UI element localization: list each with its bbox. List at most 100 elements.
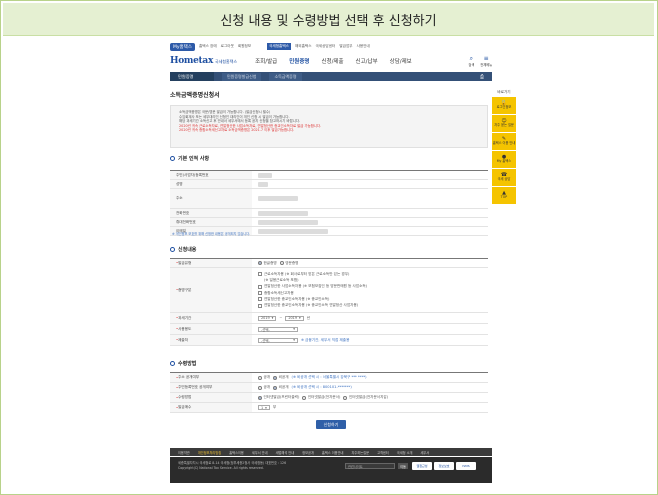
row-value: 인터넷발급(프린터출력) 인터넷발급(전자문서) 인터넷발급(전자문서지갑): [252, 395, 488, 400]
breadcrumb-item[interactable]: 소득금액증명: [269, 72, 302, 81]
row-label: 사용용도: [170, 324, 252, 334]
top-link[interactable]: 해외홈택스: [295, 44, 312, 49]
footer-link[interactable]: 정보공개: [302, 450, 314, 455]
footer-link-privacy[interactable]: 개인정보처리방침: [198, 450, 221, 455]
radio-method-wallet[interactable]: 인터넷발급(전자문서지갑): [343, 395, 388, 400]
top-link[interactable]: 홈택스 장애: [199, 44, 217, 49]
top-utility-bar: My홈택스 홈택스 장애 로그아웃 회원정보 국세청홈택스 해외홈택스 국세상담…: [170, 42, 492, 51]
breadcrumb-item[interactable]: 민원증명발급신청: [222, 72, 262, 81]
table-row: 발급유형 한글증명 영문증명: [170, 259, 488, 268]
checkbox-icon: [258, 297, 262, 302]
radio-method-edoc[interactable]: 인터넷발급(전자문서): [302, 395, 340, 400]
cert-type-checkbox[interactable]: 종합소득세신고자용: [258, 291, 294, 296]
chevron-down-icon: ▾: [299, 316, 301, 320]
period-from-select[interactable]: 2019 ▾: [258, 315, 277, 321]
chevron-down-icon: ▾: [293, 327, 295, 331]
radio-label: 비공개: [278, 385, 289, 389]
cert-type-checkbox[interactable]: 연말정산한 종교인소득자용 (※ 종교인소득 연말정산 사업자용): [258, 303, 358, 308]
footer-link[interactable]: 홈택스 이용안내: [322, 450, 344, 455]
radio-korean[interactable]: 한글증명: [258, 261, 277, 266]
related-sites-go-button[interactable]: 이동: [398, 463, 408, 469]
cert-type-checkbox[interactable]: 연말정산한 사업소득자용 (※ 보험모집인 등 방문판매원 등 사업소득): [258, 284, 367, 289]
row-value: [252, 228, 488, 234]
breadcrumb-home[interactable]: 민원증명: [170, 72, 214, 81]
row-value: 1 ▾ 부: [252, 405, 488, 410]
menu-item-apply[interactable]: 신청/제출: [321, 57, 343, 65]
period-tilde: ~: [279, 316, 283, 320]
submit-to-hint: ※ 금융기관, 세무서 직접 제출용: [301, 337, 350, 342]
top-ribbon[interactable]: 국세청홈택스: [267, 43, 291, 50]
footer-link[interactable]: 세무서 안내: [252, 450, 268, 455]
apply-button[interactable]: 신청하기: [316, 420, 346, 429]
radio-on-icon: [273, 375, 278, 380]
row-label: 발급유형: [170, 259, 252, 267]
radio-id-private[interactable]: 비공개: [273, 385, 289, 390]
section-title: 신청내용: [178, 247, 197, 253]
top-link[interactable]: 국세상담센터: [316, 44, 336, 49]
all-menu-button[interactable]: ≡ 전체메뉴: [480, 55, 492, 67]
all-menu-label: 전체메뉴: [480, 62, 492, 67]
top-link[interactable]: 사용안내: [357, 44, 370, 49]
checkbox-icon: [258, 272, 262, 277]
checkbox-label: (※ 일용근로소득 포함): [264, 278, 299, 283]
hometax-logo[interactable]: Hometax 국세청홈택스: [170, 56, 237, 66]
quick-link-consult[interactable]: ☎ 국세 상담: [492, 169, 516, 186]
checkbox-icon: [258, 291, 262, 296]
print-icon[interactable]: ⎙: [480, 74, 484, 80]
related-sites-select[interactable]: 관련사이트: [345, 463, 395, 469]
quick-link-guide[interactable]: ✎ 홈택스 이용 안내: [492, 133, 516, 150]
row-value: [252, 172, 488, 178]
row-value: 공개 비공개 (※ 비공개 선택 시 : 서울특별시 강북구 *** ****): [252, 375, 488, 380]
period-to-select[interactable]: 2019 ▾: [285, 315, 304, 321]
menu-item-lookup[interactable]: 조회/발급: [255, 57, 277, 65]
quick-link-label: TOP: [500, 195, 508, 200]
menu-item-report[interactable]: 신고/납부: [356, 57, 378, 65]
table-row: 주소 공개여부 공개 비공개 (※ 비공개 선택 시 : 서울특별시 강북구 *…: [170, 373, 488, 383]
table-row: 주민등록번호 공개여부 공개 비공개 (※ 비공개 선택 시 : 800101-…: [170, 383, 488, 393]
top-link[interactable]: 회원정보: [238, 44, 251, 49]
top-link[interactable]: 발급업무: [339, 44, 352, 49]
submit-to-select[interactable]: -선택- ▾: [258, 337, 298, 343]
quick-link-top[interactable]: ▲ TOP: [492, 187, 516, 204]
instruction-banner: 신청 내용 및 수령방법 선택 후 신청하기: [3, 3, 654, 36]
footer-link[interactable]: 세무서: [420, 450, 429, 455]
radio-english[interactable]: 영문증명: [279, 261, 298, 266]
cert-type-checkbox[interactable]: 연말정산한 종교인소득자용 (※ 종교인소득): [258, 297, 329, 302]
radio-addr-public[interactable]: 공개: [258, 375, 270, 380]
radio-addr-private[interactable]: 비공개: [273, 375, 289, 380]
footer-link[interactable]: 국세청 소개: [397, 450, 413, 455]
footer-link[interactable]: 홈택스이용: [229, 450, 244, 455]
radio-method-print[interactable]: 인터넷발급(프린터출력): [258, 395, 299, 400]
section-apply: 신청내용: [170, 246, 196, 253]
footer-link[interactable]: 고객센터: [377, 450, 389, 455]
section-bullet-icon: [170, 247, 175, 252]
radio-id-public[interactable]: 공개: [258, 385, 270, 390]
checkbox-label: 연말정산한 종교인소득자용 (※ 종교인소득): [264, 296, 330, 301]
checkbox-label: 연말정산한 사업소득자용 (※ 보험모집인 등 방문판매원 등 사업소득): [264, 284, 368, 289]
quick-link-label: 자주 묻는 질문: [494, 123, 514, 128]
quick-link-my[interactable]: ● My 홈택스: [492, 151, 516, 168]
quick-links-title: 바로가기: [497, 90, 511, 94]
usage-select[interactable]: -선택- ▾: [258, 326, 298, 332]
checkbox-label: 종합소득세신고자용: [264, 290, 294, 295]
menu-item-certificates[interactable]: 민원증명: [289, 57, 309, 65]
count-select[interactable]: 1 ▾: [258, 405, 270, 410]
menu-item-consult[interactable]: 상담/제보: [390, 57, 412, 65]
radio-label: 인터넷발급(프린터출력): [263, 395, 300, 399]
cert-mark-isms: ISMS: [456, 462, 476, 470]
cert-type-checkbox[interactable]: 근로소득자용 (※ 회사로부터 받은 근로소득만 있는 경우): [258, 272, 349, 277]
row-label: 전화번호: [170, 209, 252, 217]
checkbox-icon: [258, 303, 262, 308]
footer-link[interactable]: 세법해석 안내: [276, 450, 295, 455]
quick-link-faq[interactable]: ☺ 자주 묻는 질문: [492, 115, 516, 132]
radio-off-icon: [258, 375, 262, 380]
footer-link[interactable]: 이용약관: [178, 450, 190, 455]
footer-link[interactable]: 자주하는질문: [351, 450, 369, 455]
quick-link-login[interactable]: 🔒 로그인정보: [492, 97, 516, 114]
my-hometax-button[interactable]: My홈택스: [170, 42, 195, 51]
top-link[interactable]: 로그아웃: [221, 44, 234, 49]
receive-table: 주소 공개여부 공개 비공개 (※ 비공개 선택 시 : 서울특별시 강북구 *…: [170, 372, 488, 413]
masked-value: [258, 219, 318, 225]
chevron-down-icon: ▾: [293, 338, 295, 342]
search-button[interactable]: ⌕ 검색: [468, 55, 474, 67]
